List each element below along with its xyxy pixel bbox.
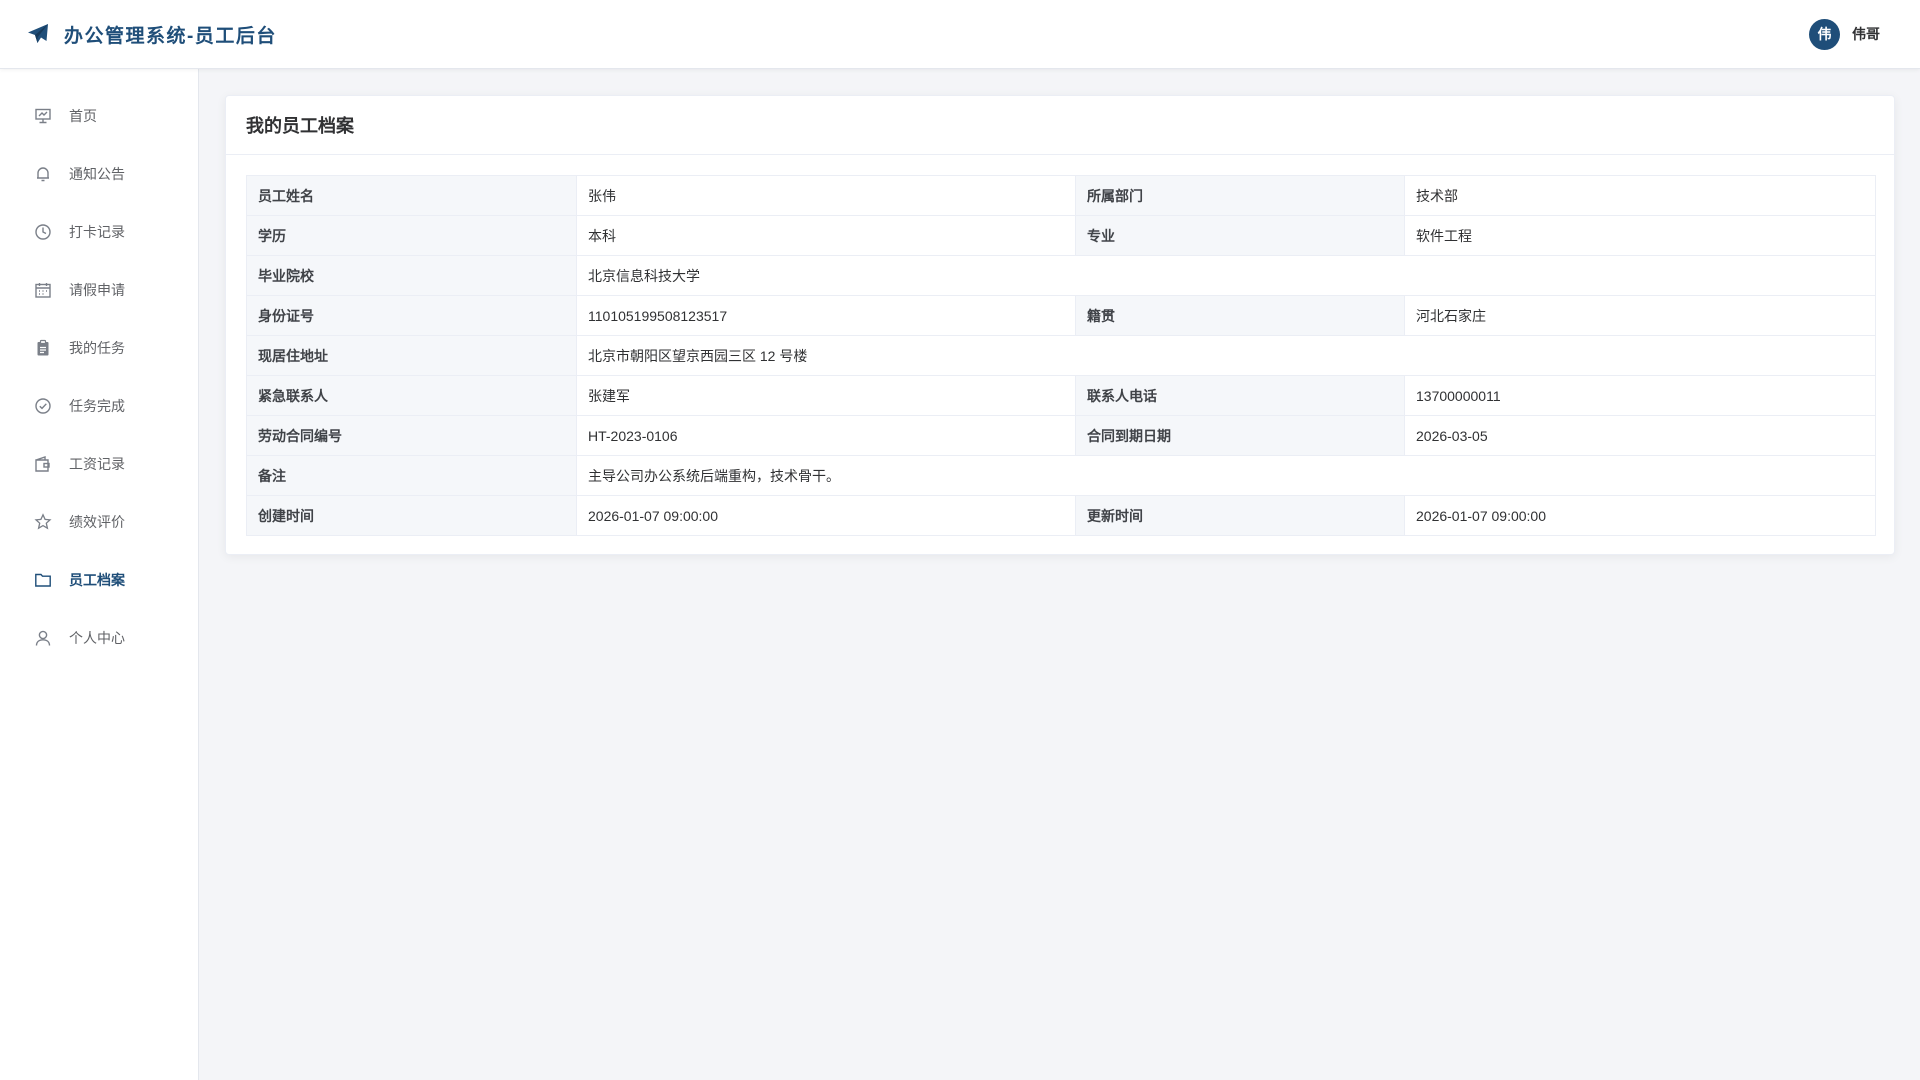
value-cell: 张建军 — [576, 375, 1076, 416]
sidebar-menu: 首页 通知公告 打卡记录 请假申请 我的任务 任务完成 工资记录 绩效评价 员工… — [0, 69, 198, 667]
value-cell: 张伟 — [576, 175, 1076, 216]
value-cell: 技术部 — [1404, 175, 1876, 216]
value-cell: HT-2023-0106 — [576, 415, 1076, 456]
app-title: 办公管理系统-员工后台 — [64, 25, 277, 47]
avatar[interactable]: 伟 — [1809, 18, 1840, 50]
sidebar-item-label: 请假申请 — [69, 282, 125, 298]
sidebar-item-profile[interactable]: 个人中心 — [0, 609, 198, 667]
value-cell: 2026-01-07 09:00:00 — [576, 495, 1076, 536]
card-body: 员工姓名 张伟 所属部门 技术部 学历 本科 专业 软件工程 毕业院校 北京信息… — [226, 155, 1894, 556]
sidebar-item-employee-file[interactable]: 员工档案 — [0, 551, 198, 609]
label-cell: 创建时间 — [246, 495, 577, 536]
calendar-icon — [34, 281, 52, 299]
sidebar-item-label: 绩效评价 — [69, 514, 125, 530]
sidebar-item-label: 打卡记录 — [69, 224, 125, 240]
value-cell: 软件工程 — [1404, 215, 1876, 256]
user-menu[interactable]: 伟 伟哥 — [1809, 18, 1880, 50]
sidebar-item-label: 个人中心 — [69, 630, 125, 646]
label-cell: 毕业院校 — [246, 255, 577, 296]
label-cell: 籍贯 — [1075, 295, 1405, 336]
label-cell: 备注 — [246, 455, 577, 496]
sidebar-item-label: 工资记录 — [69, 456, 125, 472]
bell-icon — [34, 165, 52, 183]
value-cell: 北京市朝阳区望京西园三区 12 号楼 — [576, 335, 1876, 376]
label-cell: 联系人电话 — [1075, 375, 1405, 416]
label-cell: 劳动合同编号 — [246, 415, 577, 456]
label-cell: 紧急联系人 — [246, 375, 577, 416]
sidebar: 首页 通知公告 打卡记录 请假申请 我的任务 任务完成 工资记录 绩效评价 员工… — [0, 69, 199, 1080]
sidebar-item-leave[interactable]: 请假申请 — [0, 261, 198, 319]
sidebar-item-notices[interactable]: 通知公告 — [0, 145, 198, 203]
table-row: 备注 主导公司办公系统后端重构，技术骨干。 — [246, 455, 1876, 496]
employee-file-card: 我的员工档案 员工姓名 张伟 所属部门 技术部 学历 本科 专业 软件工程 毕业… — [225, 95, 1895, 555]
folder-icon — [34, 571, 52, 589]
user-name[interactable]: 伟哥 — [1852, 24, 1880, 44]
sidebar-item-task-complete[interactable]: 任务完成 — [0, 377, 198, 435]
sidebar-item-label: 首页 — [69, 108, 97, 124]
value-cell: 2026-03-05 — [1404, 415, 1876, 456]
wallet-icon — [34, 455, 52, 473]
value-cell: 主导公司办公系统后端重构，技术骨干。 — [576, 455, 1876, 496]
sidebar-item-label: 通知公告 — [69, 166, 125, 182]
table-row: 员工姓名 张伟 所属部门 技术部 — [246, 175, 1876, 216]
star-icon — [34, 513, 52, 531]
top-header: 办公管理系统-员工后台 伟 伟哥 — [0, 0, 1920, 69]
sidebar-item-label: 任务完成 — [69, 398, 125, 414]
table-row: 紧急联系人 张建军 联系人电话 13700000011 — [246, 375, 1876, 416]
label-cell: 所属部门 — [1075, 175, 1405, 216]
table-row: 学历 本科 专业 软件工程 — [246, 215, 1876, 256]
value-cell: 2026-01-07 09:00:00 — [1404, 495, 1876, 536]
table-row: 身份证号 110105199508123517 籍贯 河北石家庄 — [246, 295, 1876, 336]
sidebar-item-salary[interactable]: 工资记录 — [0, 435, 198, 493]
sidebar-item-label: 我的任务 — [69, 340, 125, 356]
presentation-icon — [34, 107, 52, 125]
label-cell: 合同到期日期 — [1075, 415, 1405, 456]
label-cell: 学历 — [246, 215, 577, 256]
table-row: 毕业院校 北京信息科技大学 — [246, 255, 1876, 296]
label-cell: 身份证号 — [246, 295, 577, 336]
sidebar-item-tasks[interactable]: 我的任务 — [0, 319, 198, 377]
label-cell: 专业 — [1075, 215, 1405, 256]
table-row: 现居住地址 北京市朝阳区望京西园三区 12 号楼 — [246, 335, 1876, 376]
sidebar-item-performance[interactable]: 绩效评价 — [0, 493, 198, 551]
user-icon — [34, 629, 52, 647]
label-cell: 更新时间 — [1075, 495, 1405, 536]
table-row: 劳动合同编号 HT-2023-0106 合同到期日期 2026-03-05 — [246, 415, 1876, 456]
employee-info-table: 员工姓名 张伟 所属部门 技术部 学历 本科 专业 软件工程 毕业院校 北京信息… — [246, 175, 1876, 536]
value-cell: 北京信息科技大学 — [576, 255, 1876, 296]
value-cell: 本科 — [576, 215, 1076, 256]
card-header: 我的员工档案 — [226, 96, 1894, 155]
check-circle-icon — [34, 397, 52, 415]
card-title: 我的员工档案 — [246, 116, 354, 136]
clipboard-icon — [34, 339, 52, 357]
brand[interactable]: 办公管理系统-员工后台 — [26, 21, 277, 48]
value-cell: 110105199508123517 — [576, 295, 1076, 336]
value-cell: 河北石家庄 — [1404, 295, 1876, 336]
label-cell: 员工姓名 — [246, 175, 577, 216]
label-cell: 现居住地址 — [246, 335, 577, 376]
paper-plane-icon — [26, 22, 50, 46]
sidebar-item-home[interactable]: 首页 — [0, 87, 198, 145]
clock-icon — [34, 223, 52, 241]
sidebar-item-label: 员工档案 — [69, 572, 125, 588]
sidebar-item-attendance[interactable]: 打卡记录 — [0, 203, 198, 261]
table-row: 创建时间 2026-01-07 09:00:00 更新时间 2026-01-07… — [246, 495, 1876, 536]
value-cell: 13700000011 — [1404, 375, 1876, 416]
